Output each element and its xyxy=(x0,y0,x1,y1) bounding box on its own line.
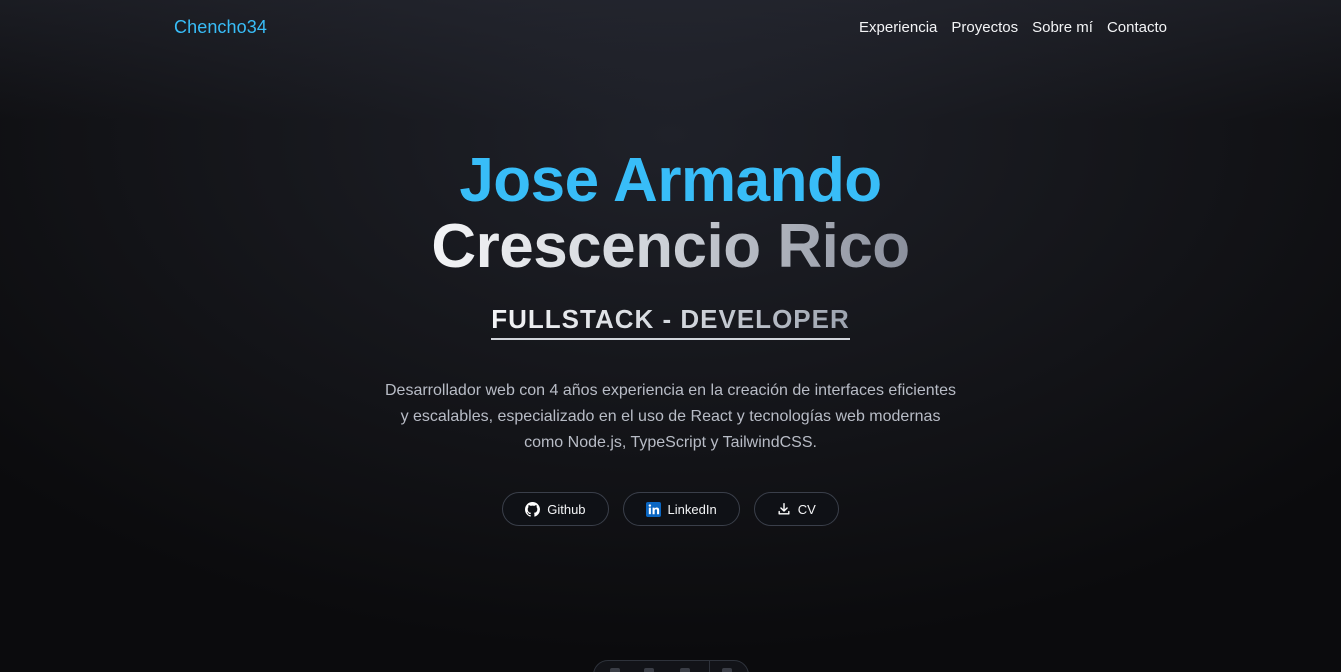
linkedin-icon xyxy=(645,501,661,517)
github-button[interactable]: Github xyxy=(502,492,609,526)
hero-description: Desarrollador web con 4 años experiencia… xyxy=(385,382,956,451)
download-icon xyxy=(777,502,791,516)
github-icon xyxy=(525,501,541,517)
site-header: Chencho34 Experiencia Proyectos Sobre mí… xyxy=(174,0,1167,54)
hero-section: Jose Armando Crescencio Rico FULLSTACK -… xyxy=(0,148,1341,526)
hero-name: Jose Armando Crescencio Rico xyxy=(0,148,1341,280)
cv-button[interactable]: CV xyxy=(753,492,839,526)
name-last: Crescencio Rico xyxy=(431,212,910,281)
bottom-dock[interactable] xyxy=(593,660,749,672)
cv-label: CV xyxy=(797,501,816,517)
role-wrapper: FULLSTACK - DEVELOPER xyxy=(0,304,1341,340)
logo-link[interactable]: Chencho34 xyxy=(174,17,267,38)
main-nav: Experiencia Proyectos Sobre mí Contacto xyxy=(859,19,1167,36)
nav-link-sobre-mi[interactable]: Sobre mí xyxy=(1032,19,1093,36)
linkedin-button[interactable]: LinkedIn xyxy=(622,492,740,526)
name-first: Jose Armando xyxy=(459,146,882,215)
dock-icon[interactable] xyxy=(644,668,654,672)
dock-icon[interactable] xyxy=(722,668,732,672)
nav-link-proyectos[interactable]: Proyectos xyxy=(951,19,1018,36)
dock-icon[interactable] xyxy=(610,668,620,672)
nav-link-contacto[interactable]: Contacto xyxy=(1107,19,1167,36)
nav-link-experiencia[interactable]: Experiencia xyxy=(859,19,937,36)
dock-icon[interactable] xyxy=(680,668,690,672)
dock-divider xyxy=(709,661,710,672)
social-buttons: Github LinkedIn CV xyxy=(0,492,1341,526)
role-title: FULLSTACK - DEVELOPER xyxy=(491,304,850,340)
github-label: Github xyxy=(547,501,586,517)
linkedin-label: LinkedIn xyxy=(667,501,717,517)
